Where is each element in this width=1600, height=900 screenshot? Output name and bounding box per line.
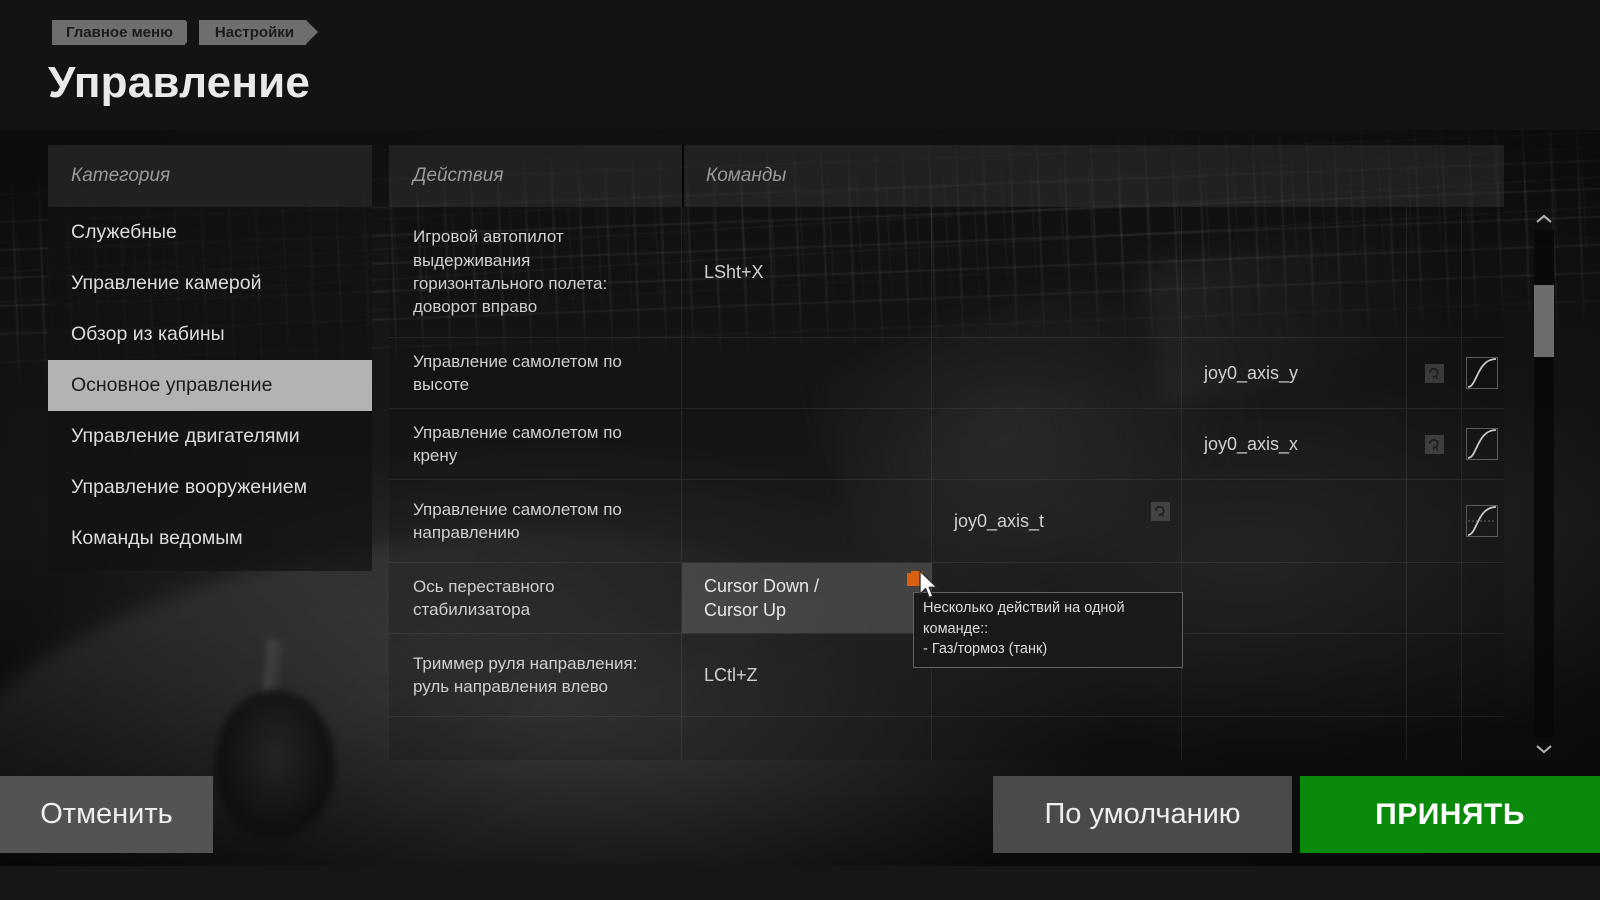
binding-cell-secondary[interactable] (932, 717, 1182, 760)
reset-icon[interactable] (1424, 434, 1444, 454)
reset-icon[interactable] (1424, 363, 1444, 383)
binding-value: Cursor Down / Cursor Up (704, 575, 820, 620)
row-action-label: Игровой автопилот выдерживания горизонта… (389, 207, 682, 337)
chevron-up-icon (1536, 214, 1552, 223)
sidebar-item-label: Обзор из кабины (71, 323, 225, 345)
binding-cell-primary[interactable] (682, 717, 932, 760)
binding-cell-tertiary[interactable]: joy0_axis_y (1182, 338, 1407, 408)
tooltip: Несколько действий на одной команде:: - … (913, 592, 1183, 668)
sidebar-item-cockpit-view[interactable]: Обзор из кабины (48, 309, 372, 360)
tooltip-line-1: Несколько действий на одной команде:: (923, 600, 1125, 637)
row-action-label: Управление самолетом по направлению (389, 480, 682, 562)
curve-cell (1462, 480, 1502, 562)
binding-cell-primary[interactable] (682, 409, 932, 479)
binding-cell-primary[interactable]: LSht+X (682, 207, 932, 337)
page-title: Управление (48, 58, 311, 107)
sidebar-item-camera-control[interactable]: Управление камерой (48, 258, 372, 309)
column-header-actions: Действия (413, 165, 504, 186)
sidebar-item-weapons-control[interactable]: Управление вооружением (48, 462, 372, 513)
binding-cell-primary[interactable] (682, 338, 932, 408)
reset-cell (1407, 409, 1462, 479)
curve-cell (1462, 634, 1502, 716)
sidebar-item-sluzhebnye[interactable]: Служебные (48, 207, 372, 258)
sidebar-item-label: Служебные (71, 221, 177, 243)
curve-cell (1462, 207, 1502, 337)
binding-cell-tertiary[interactable]: joy0_axis_x (1182, 409, 1407, 479)
vertical-scrollbar[interactable] (1533, 208, 1555, 760)
column-header-commands: Команды (706, 165, 787, 186)
table-row[interactable]: Управление самолетом по направлению joy0… (389, 480, 1504, 563)
row-action-label: Управление самолетом по крену (389, 409, 682, 479)
header-column-divider (682, 145, 684, 207)
sidebar-item-label: Управление вооружением (71, 476, 308, 498)
row-action-label: Триммер руля направления: руль направлен… (389, 634, 682, 716)
reset-cell (1407, 563, 1462, 633)
breadcrumb-item-settings[interactable]: Настройки (186, 20, 319, 45)
chevron-down-icon (1536, 745, 1552, 754)
defaults-button-label: По умолчанию (1044, 798, 1241, 830)
reset-cell (1407, 338, 1462, 408)
category-panel: Категория Служебные Управление камерой О… (48, 145, 372, 571)
axis-response-curve-icon[interactable] (1465, 427, 1499, 461)
table-row[interactable]: Игровой автопилот выдерживания горизонта… (389, 207, 1504, 338)
multiple-bindings-warning-icon[interactable] (907, 571, 923, 587)
breadcrumb-item-label: Главное меню (66, 24, 173, 41)
binding-cell-primary[interactable]: Cursor Down / Cursor Up (682, 563, 932, 633)
accept-button[interactable]: ПРИНЯТЬ (1300, 776, 1600, 853)
binding-cell-secondary[interactable] (932, 207, 1182, 337)
axis-response-curve-icon[interactable] (1465, 356, 1499, 390)
sidebar-item-wingman-commands[interactable]: Команды ведомым (48, 513, 372, 564)
reset-icon[interactable] (1151, 502, 1170, 521)
sidebar-item-engine-control[interactable]: Управление двигателями (48, 411, 372, 462)
table-body: Игровой автопилот выдерживания горизонта… (389, 207, 1504, 760)
curve-cell (1462, 563, 1502, 633)
row-action-label: Управление самолетом по высоте (389, 338, 682, 408)
table-row[interactable]: Управление самолетом по крену joy0_axis_… (389, 409, 1504, 480)
curve-cell (1462, 717, 1502, 760)
row-action-label (389, 717, 682, 760)
table-row[interactable]: Управление самолетом по высоте joy0_axis… (389, 338, 1504, 409)
breadcrumb-chevron-icon (306, 20, 319, 44)
sidebar-item-label: Основное управление (71, 374, 273, 396)
background-bottom-bar (0, 866, 1600, 900)
scroll-up-button[interactable] (1533, 208, 1555, 230)
reset-cell (1407, 717, 1462, 760)
binding-cell-secondary[interactable]: joy0_axis_t (932, 480, 1182, 562)
binding-cell-tertiary[interactable] (1182, 480, 1407, 562)
sidebar-item-main-controls[interactable]: Основное управление (48, 360, 372, 411)
reset-cell (1407, 480, 1462, 562)
breadcrumb: Главное меню Настройки (52, 20, 319, 45)
reset-cell (1407, 634, 1462, 716)
binding-cell-tertiary[interactable] (1182, 207, 1407, 337)
sidebar-item-label: Управление камерой (71, 272, 262, 294)
curve-cell (1462, 338, 1502, 408)
tooltip-line-2: - Газ/тормоз (танк) (923, 641, 1048, 658)
breadcrumb-item-label: Настройки (214, 24, 295, 41)
accept-button-label: ПРИНЯТЬ (1375, 797, 1525, 831)
binding-cell-tertiary[interactable] (1182, 717, 1407, 760)
binding-cell-primary[interactable]: LCtl+Z (682, 634, 932, 716)
binding-cell-secondary[interactable] (932, 409, 1182, 479)
axis-response-curve-icon[interactable] (1465, 504, 1499, 538)
sidebar-item-label: Команды ведомым (71, 527, 243, 549)
binding-cell-tertiary[interactable] (1182, 634, 1407, 716)
scrollbar-thumb[interactable] (1534, 285, 1554, 357)
sidebar-item-label: Управление двигателями (71, 425, 300, 447)
keybindings-table: Действия Команды Игровой автопилот выдер… (389, 145, 1504, 760)
category-panel-header: Категория (48, 145, 372, 207)
binding-cell-primary[interactable] (682, 480, 932, 562)
cancel-button-label: Отменить (40, 798, 173, 830)
cancel-button[interactable]: Отменить (0, 776, 213, 853)
table-header-row: Действия Команды (389, 145, 1504, 207)
table-row[interactable] (389, 717, 1504, 760)
row-action-label: Ось переставного стабилизатора (389, 563, 682, 633)
scroll-down-button[interactable] (1533, 738, 1555, 760)
defaults-button[interactable]: По умолчанию (993, 776, 1292, 853)
binding-cell-tertiary[interactable] (1182, 563, 1407, 633)
breadcrumb-item-main-menu[interactable]: Главное меню (52, 20, 197, 45)
binding-value: joy0_axis_t (954, 510, 1045, 531)
reset-cell (1407, 207, 1462, 337)
binding-cell-secondary[interactable] (932, 338, 1182, 408)
curve-cell (1462, 409, 1502, 479)
